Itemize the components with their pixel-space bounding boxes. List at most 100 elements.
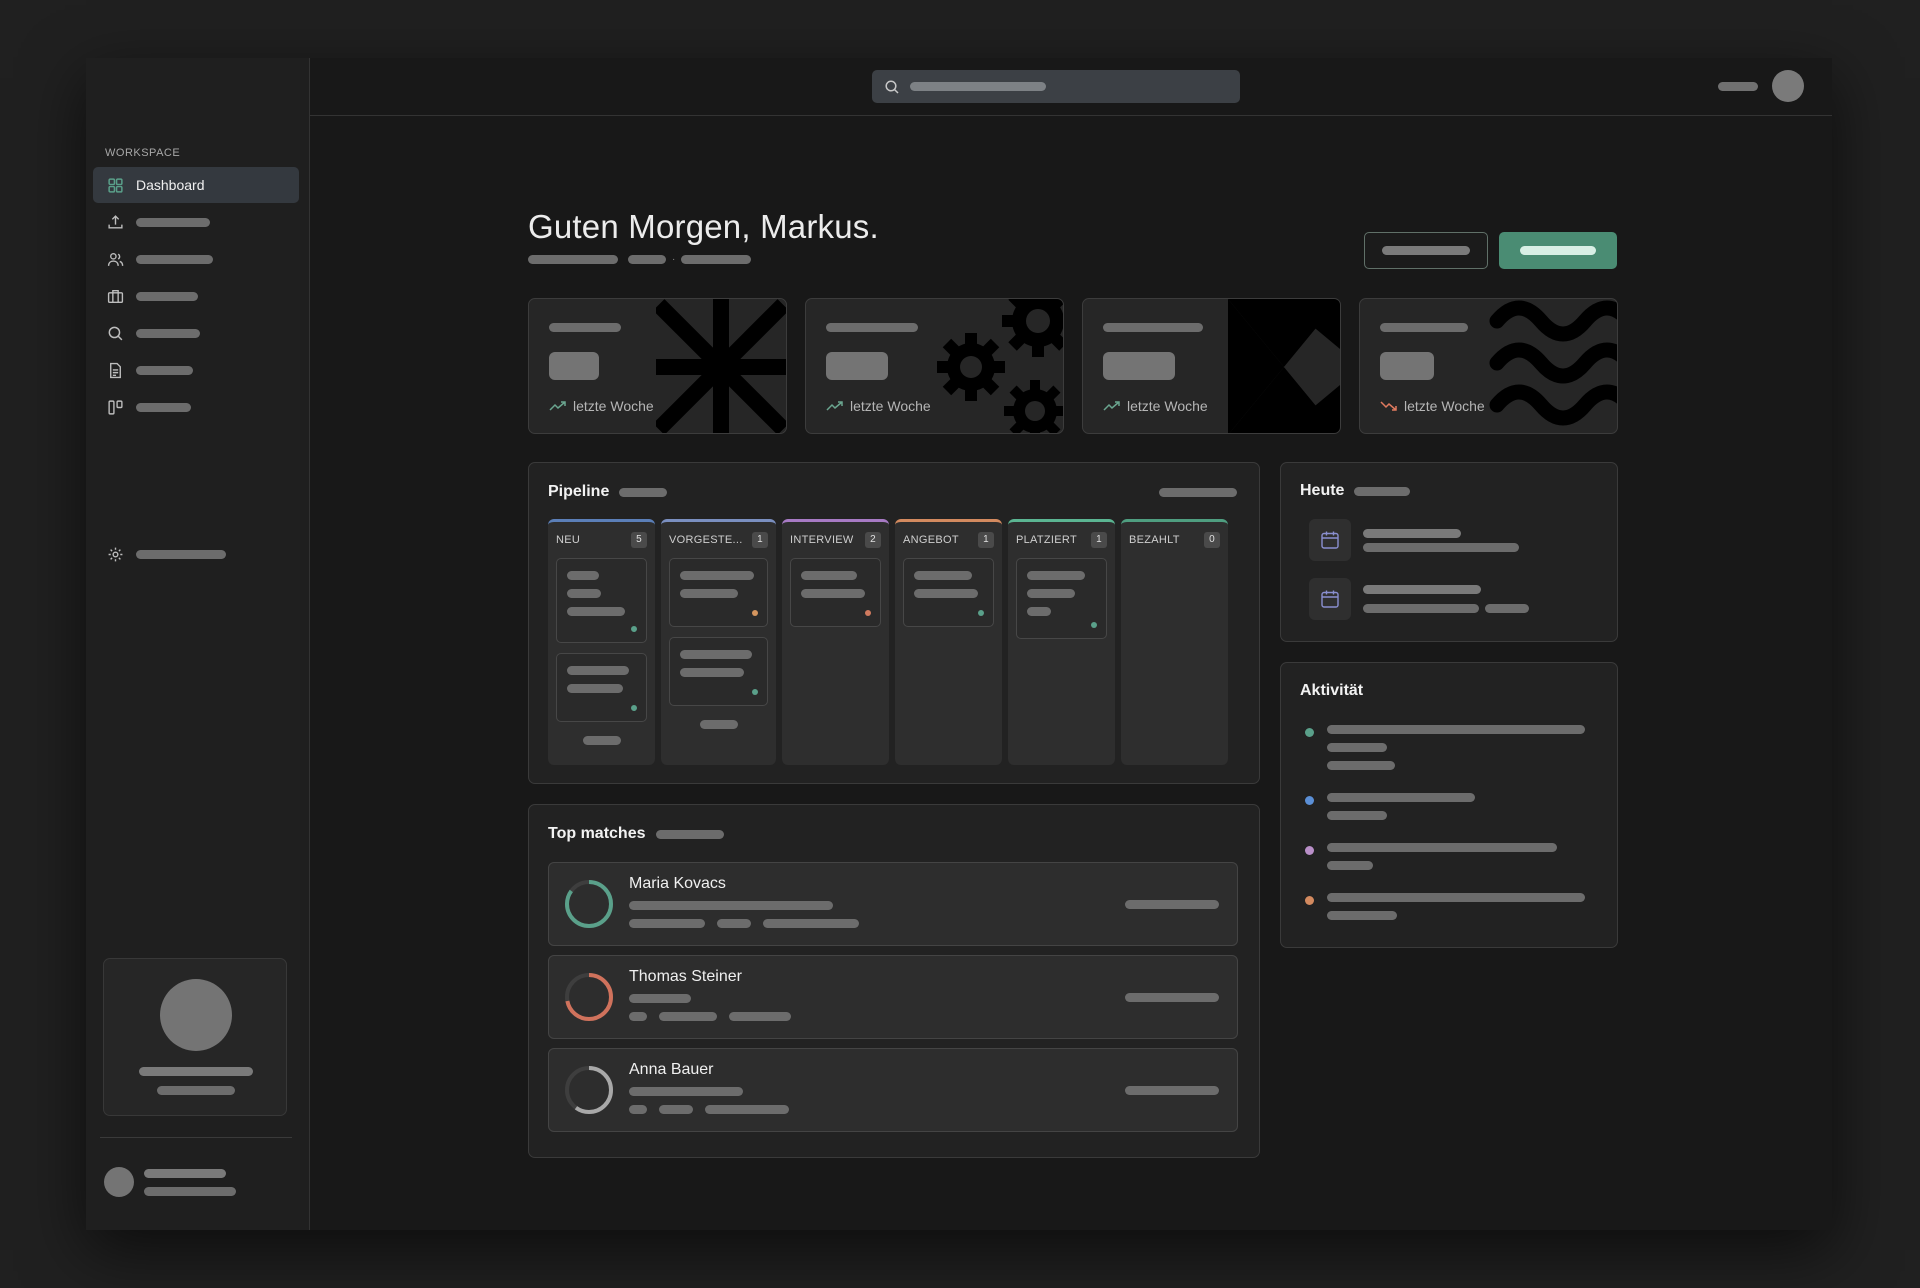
sidebar-item-board[interactable]	[93, 389, 299, 425]
stat-card[interactable]: letzte Woche	[1359, 298, 1618, 434]
activity-line-placeholder	[1327, 793, 1475, 802]
today-event[interactable]	[1309, 519, 1519, 561]
profile-card[interactable]	[103, 958, 287, 1116]
triangles-decoration	[1228, 299, 1340, 433]
topbar-avatar[interactable]	[1772, 70, 1804, 102]
stat-card[interactable]: letzte Woche	[528, 298, 787, 434]
show-more-placeholder[interactable]	[699, 720, 738, 729]
sidebar-item-search[interactable]	[93, 315, 299, 351]
pipeline-column-vorgestellt: VORGESTE... 1	[661, 519, 776, 765]
pipeline-card[interactable]	[1016, 558, 1107, 639]
topbar	[310, 58, 1832, 116]
card-line-placeholder	[1027, 571, 1085, 580]
search-input[interactable]	[872, 70, 1240, 103]
secondary-button[interactable]	[1364, 232, 1488, 269]
pipeline-panel: Pipeline NEU 5 VORGESTE... 1 INTERVIEW 2…	[528, 462, 1260, 784]
profile-role-placeholder	[157, 1086, 235, 1095]
card-line-placeholder	[1027, 589, 1075, 598]
gears-decoration	[937, 299, 1063, 433]
pipeline-card[interactable]	[790, 558, 881, 627]
column-label: INTERVIEW	[790, 534, 854, 546]
pipeline-card[interactable]	[669, 637, 768, 706]
user-name-placeholder	[144, 1168, 226, 1178]
panel-title-meta-placeholder	[655, 829, 724, 839]
profile-name-placeholder	[139, 1067, 253, 1076]
calendar-icon	[1321, 590, 1339, 608]
activity-line-placeholder	[1327, 893, 1585, 902]
primary-button[interactable]	[1499, 232, 1617, 269]
match-row[interactable]: Thomas Steiner	[548, 955, 1238, 1039]
page-subtitle: ·	[528, 254, 752, 265]
panel-title-meta-placeholder	[1354, 486, 1411, 496]
stat-trend: letzte Woche	[1380, 398, 1485, 414]
card-line-placeholder	[914, 571, 972, 580]
stat-label-placeholder	[826, 323, 918, 332]
match-row[interactable]: Anna Bauer	[548, 1048, 1238, 1132]
match-tag-placeholder	[729, 1012, 791, 1021]
event-detail-row	[1363, 599, 1529, 618]
page-title: Guten Morgen, Markus.	[528, 208, 879, 245]
main-content: Guten Morgen, Markus. · letzte Woche let…	[310, 116, 1832, 1230]
column-label: ANGEBOT	[903, 534, 959, 546]
today-title: Heute	[1300, 482, 1411, 500]
search-placeholder	[910, 82, 1046, 91]
activity-title: Aktivität	[1300, 682, 1363, 700]
activity-dot	[1305, 896, 1314, 905]
column-header: BEZAHLT 0	[1129, 532, 1220, 548]
match-detail-placeholder	[629, 901, 833, 910]
card-line-placeholder	[1027, 607, 1051, 616]
trend-up-icon	[826, 401, 843, 411]
sidebar-item-label-placeholder	[136, 254, 213, 264]
card-line-placeholder	[567, 684, 623, 693]
activity-line-placeholder	[1327, 843, 1557, 852]
status-dot	[752, 610, 758, 616]
sidebar-item-dashboard[interactable]: Dashboard	[93, 167, 299, 203]
activity-dot	[1305, 846, 1314, 855]
match-tag-placeholder	[629, 1012, 647, 1021]
pipeline-card[interactable]	[556, 558, 647, 643]
stat-card[interactable]: letzte Woche	[805, 298, 1064, 434]
column-header: VORGESTE... 1	[669, 532, 768, 548]
panel-title-text: Top matches	[548, 825, 646, 842]
sidebar-item-jobs[interactable]	[93, 278, 299, 314]
stat-value-placeholder	[549, 352, 599, 380]
sidebar-item-upload[interactable]	[93, 204, 299, 240]
event-icon-box	[1309, 519, 1351, 561]
pipeline-columns: NEU 5 VORGESTE... 1 INTERVIEW 2 ANGEBOT …	[548, 519, 1228, 765]
card-line-placeholder	[567, 607, 625, 616]
activity-line-placeholder	[1327, 761, 1395, 770]
match-meta-placeholder	[1125, 1086, 1219, 1095]
avatar	[160, 979, 232, 1051]
sidebar-item-settings[interactable]	[93, 536, 299, 572]
sidebar-divider	[100, 1137, 292, 1138]
show-more-placeholder[interactable]	[582, 736, 621, 745]
match-name: Anna Bauer	[629, 1061, 714, 1078]
activity-line-placeholder	[1327, 911, 1397, 920]
pipeline-link-placeholder[interactable]	[1159, 488, 1237, 497]
pipeline-card[interactable]	[669, 558, 768, 627]
match-row[interactable]: Maria Kovacs	[548, 862, 1238, 946]
topbar-link-placeholder[interactable]	[1718, 81, 1758, 91]
sidebar-nav: Dashboard	[93, 167, 299, 426]
today-event[interactable]	[1309, 578, 1529, 620]
grid-icon	[106, 176, 124, 194]
stat-card[interactable]: letzte Woche	[1082, 298, 1341, 434]
column-label: BEZAHLT	[1129, 534, 1180, 546]
pipeline-card[interactable]	[903, 558, 994, 627]
pipeline-column-neu: NEU 5	[548, 519, 655, 765]
event-detail-placeholder	[1363, 542, 1519, 552]
stat-value-placeholder	[826, 352, 888, 380]
panel-title-text: Heute	[1300, 482, 1345, 499]
pipeline-column-bezahlt: BEZAHLT 0	[1121, 519, 1228, 765]
activity-lines	[1327, 843, 1557, 879]
sidebar-item-users[interactable]	[93, 241, 299, 277]
stat-trend-label: letzte Woche	[573, 398, 654, 414]
panel-title-text: Pipeline	[548, 483, 610, 500]
sidebar-item-label-placeholder	[136, 291, 198, 301]
column-header: NEU 5	[556, 532, 647, 548]
subtitle-separator: ·	[672, 254, 676, 265]
sidebar-item-documents[interactable]	[93, 352, 299, 388]
pipeline-card[interactable]	[556, 653, 647, 722]
topbar-actions	[1718, 70, 1804, 102]
current-user[interactable]	[104, 1167, 236, 1197]
